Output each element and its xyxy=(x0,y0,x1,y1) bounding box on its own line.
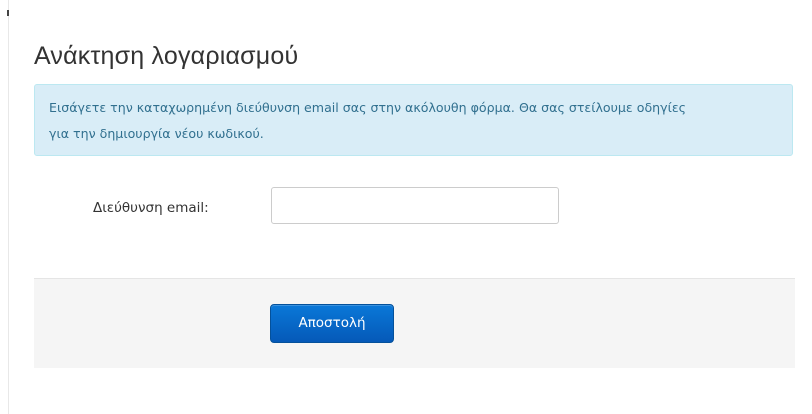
page-left-border xyxy=(8,0,9,414)
form-actions: Αποστολή xyxy=(34,278,795,368)
email-label: Διεύθυνση email: xyxy=(93,200,209,216)
email-field[interactable] xyxy=(271,187,559,224)
page-title: Ανάκτηση λογαριασμού xyxy=(34,42,299,70)
info-alert-text: Εισάγετε την καταχωρημένη διεύθυνση emai… xyxy=(49,100,687,141)
info-alert: Εισάγετε την καταχωρημένη διεύθυνση emai… xyxy=(34,84,793,156)
submit-button[interactable]: Αποστολή xyxy=(270,304,394,343)
page-left-marker xyxy=(7,10,9,16)
